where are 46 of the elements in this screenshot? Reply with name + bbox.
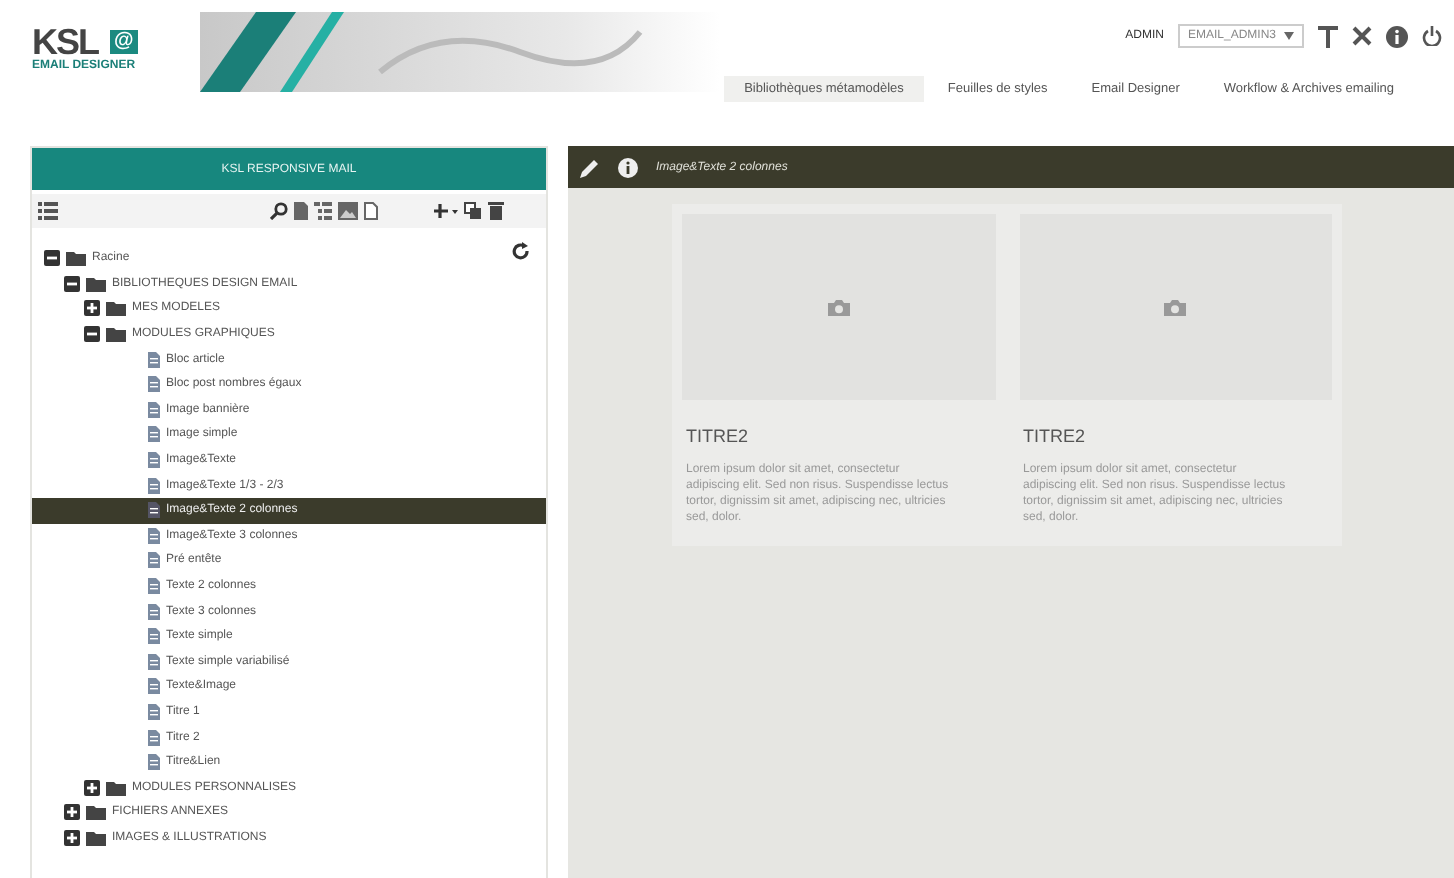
camera-icon: [827, 299, 850, 315]
info-icon[interactable]: [1386, 25, 1408, 47]
document-icon: [148, 426, 160, 443]
pencil-icon[interactable]: [580, 157, 600, 177]
logo-text: KSL: [32, 24, 98, 60]
document-icon: [148, 477, 160, 494]
column-heading: TITRE2: [686, 426, 751, 446]
power-icon[interactable]: [1422, 26, 1442, 46]
plus-icon[interactable]: [84, 300, 100, 317]
logo-badge: @: [110, 30, 138, 54]
add-dropdown-icon[interactable]: [434, 203, 458, 219]
info-icon[interactable]: [618, 157, 638, 177]
blank-page-icon[interactable]: [364, 202, 378, 220]
document-icon: [148, 603, 160, 620]
refresh-icon[interactable]: [512, 242, 530, 262]
search-icon[interactable]: [270, 202, 288, 220]
document-icon: [148, 653, 160, 670]
document-icon: [148, 754, 160, 771]
document-icon: [148, 452, 160, 469]
document-icon: [148, 351, 160, 368]
image-icon[interactable]: [338, 202, 358, 220]
document-icon: [148, 502, 160, 519]
document-icon: [148, 678, 160, 695]
document-icon: [148, 578, 160, 595]
caret-icon: [1284, 32, 1294, 40]
document-icon: [148, 729, 160, 746]
document-icon: [148, 552, 160, 569]
column-heading: TITRE2: [1023, 426, 1088, 446]
document-icon: [148, 527, 160, 544]
list-icon[interactable]: [38, 202, 58, 220]
document-icon[interactable]: [294, 202, 308, 220]
plus-icon[interactable]: [64, 804, 80, 821]
document-icon: [148, 703, 160, 720]
camera-icon: [1164, 299, 1187, 315]
tree-view-icon[interactable]: [314, 202, 332, 220]
document-icon: [148, 628, 160, 645]
plus-icon[interactable]: [84, 779, 100, 796]
minus-icon[interactable]: [44, 250, 60, 267]
document-icon: [148, 376, 160, 393]
document-icon: [148, 401, 160, 418]
trash-icon[interactable]: [488, 202, 504, 220]
copy-icon[interactable]: [464, 202, 482, 220]
minus-icon[interactable]: [64, 275, 80, 292]
text-icon[interactable]: [1318, 25, 1338, 47]
minus-icon[interactable]: [84, 326, 100, 343]
plus-icon[interactable]: [64, 829, 80, 846]
